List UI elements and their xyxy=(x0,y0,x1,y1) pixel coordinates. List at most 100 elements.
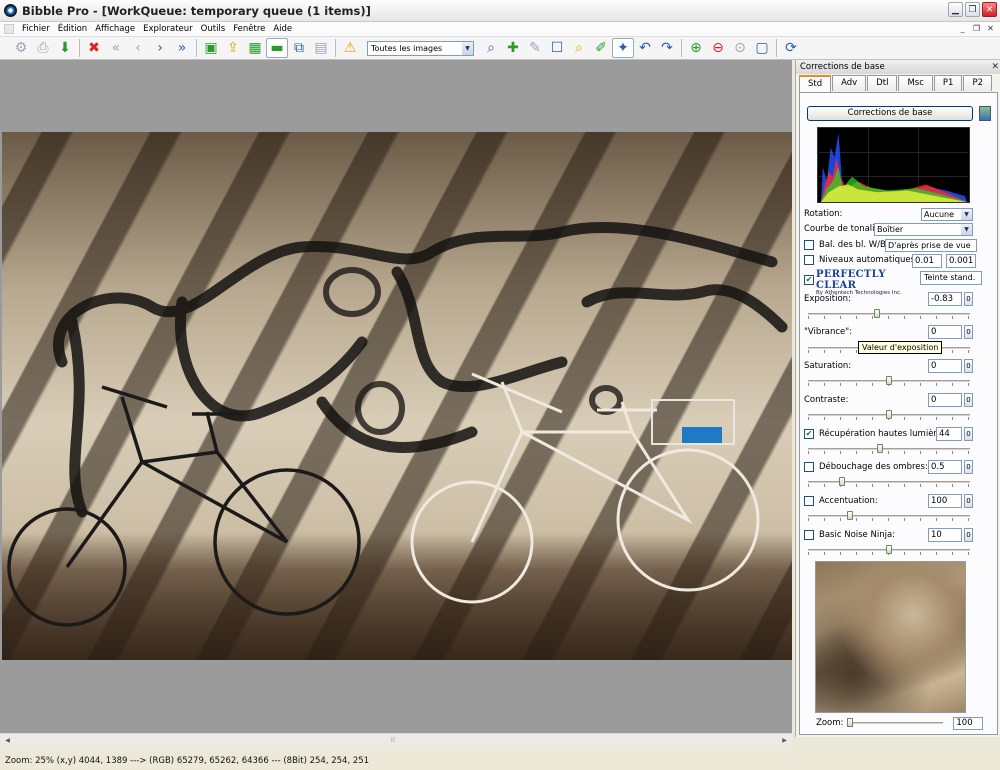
panel-close-icon[interactable]: ✕ xyxy=(991,60,999,74)
scroll-right-icon[interactable]: ▶ xyxy=(779,735,790,745)
presets-icon[interactable] xyxy=(979,106,991,121)
previous-image-icon[interactable]: ‹ xyxy=(127,38,149,58)
highlight-recovery-slider-knob[interactable] xyxy=(877,444,883,453)
tab-dtl[interactable]: Dtl xyxy=(867,75,898,91)
next-image-icon[interactable]: › xyxy=(149,38,171,58)
tab-p2[interactable]: P2 xyxy=(963,75,992,91)
tab-msc[interactable]: Msc xyxy=(898,75,933,91)
sharpen-slider[interactable] xyxy=(808,511,970,521)
magic-wand-icon[interactable]: ✦ xyxy=(612,38,634,58)
chevron-down-icon[interactable]: ▼ xyxy=(961,209,972,220)
menu-fichier[interactable]: Fichier xyxy=(18,24,54,34)
highlight-recovery-slider[interactable] xyxy=(808,444,970,454)
perfectly-clear-checkbox[interactable]: ✔ xyxy=(804,275,814,285)
zoom-preview[interactable] xyxy=(815,561,966,713)
close-button[interactable]: ✕ xyxy=(982,2,997,17)
minimize-button[interactable]: ▁ xyxy=(948,2,963,17)
photo[interactable] xyxy=(2,132,792,660)
sharpen-input[interactable]: 100 xyxy=(928,494,962,508)
highlight-recovery-checkbox[interactable]: ✔ xyxy=(804,429,814,439)
zoom-slider-knob[interactable] xyxy=(847,718,854,727)
zoom-fit-icon[interactable]: ⊙ xyxy=(729,38,751,58)
fill-shadows-slider[interactable] xyxy=(808,477,970,487)
sharpen-checkbox[interactable] xyxy=(804,496,814,506)
noise-ninja-reset[interactable]: 0 xyxy=(964,528,973,542)
add-icon[interactable]: ✚ xyxy=(502,38,524,58)
menu-affichage[interactable]: Affichage xyxy=(91,24,139,34)
last-image-icon[interactable]: » xyxy=(171,38,193,58)
fill-shadows-reset[interactable]: 0 xyxy=(964,460,973,474)
highlight-recovery-input[interactable]: 44 xyxy=(936,427,962,441)
tab-adv[interactable]: Adv xyxy=(832,75,867,91)
rotation-select[interactable]: Aucune ▼ xyxy=(921,208,973,221)
auto-levels-checkbox[interactable] xyxy=(804,255,814,265)
maximize-button[interactable]: ❐ xyxy=(965,2,980,17)
single-view-icon[interactable]: ▬ xyxy=(266,38,288,58)
menu-edition[interactable]: Édition xyxy=(54,24,91,34)
noise-ninja-input[interactable]: 10 xyxy=(928,528,962,542)
mdi-minimize-button[interactable]: _ xyxy=(957,23,968,34)
zoom-slider[interactable] xyxy=(847,718,944,728)
saturation-input[interactable]: 0 xyxy=(928,359,962,373)
brush-icon[interactable]: ✐ xyxy=(590,38,612,58)
image-view-icon[interactable]: ▣ xyxy=(200,38,222,58)
crop-icon[interactable]: ☐ xyxy=(546,38,568,58)
menu-aide[interactable]: Aide xyxy=(269,24,296,34)
saturation-reset[interactable]: 0 xyxy=(964,359,973,373)
contrast-reset[interactable]: 0 xyxy=(964,393,973,407)
menu-fenetre[interactable]: Fenêtre xyxy=(229,24,269,34)
image-filter-select[interactable]: Toutes les images ▼ xyxy=(367,40,474,56)
saturation-slider[interactable] xyxy=(808,376,970,386)
menu-explorateur[interactable]: Explorateur xyxy=(139,24,197,34)
scroll-left-icon[interactable]: ◀ xyxy=(2,735,13,745)
contrast-slider-knob[interactable] xyxy=(886,410,892,419)
zoom-tool-icon[interactable]: ⌕ xyxy=(568,38,590,58)
export-icon[interactable]: ⬇ xyxy=(54,38,76,58)
exposure-slider[interactable] xyxy=(808,309,970,319)
magnifier-icon[interactable]: ⌕ xyxy=(480,38,502,58)
exposure-input[interactable]: -0.83 xyxy=(928,292,962,306)
mdi-restore-button[interactable]: ❐ xyxy=(971,23,982,34)
settings-gear-icon[interactable]: ⚙ xyxy=(10,38,32,58)
noise-ninja-checkbox[interactable] xyxy=(804,530,814,540)
fill-shadows-slider-knob[interactable] xyxy=(839,477,845,486)
fill-shadows-checkbox[interactable] xyxy=(804,462,814,472)
exposure-slider-knob[interactable] xyxy=(874,309,880,318)
tone-curve-select[interactable]: Boîtier ▼ xyxy=(874,223,973,236)
fullscreen-icon[interactable]: ▢ xyxy=(751,38,773,58)
highlight-recovery-reset[interactable]: 0 xyxy=(964,427,973,441)
tab-p1[interactable]: P1 xyxy=(933,75,963,91)
contrast-slider[interactable] xyxy=(808,410,970,420)
info-icon[interactable]: ▤ xyxy=(310,38,332,58)
menu-outils[interactable]: Outils xyxy=(197,24,230,34)
first-image-icon[interactable]: « xyxy=(105,38,127,58)
folder-icon[interactable]: ⇪ xyxy=(222,38,244,58)
chevron-down-icon[interactable]: ▼ xyxy=(462,41,473,55)
auto-levels-high-input[interactable]: 0.001 xyxy=(946,254,976,268)
white-balance-select[interactable]: D'après prise de vue xyxy=(885,239,977,252)
vibrance-reset[interactable]: 0 xyxy=(964,325,973,339)
zoom-in-icon[interactable]: ⊕ xyxy=(685,38,707,58)
rotate-right-icon[interactable]: ↷ xyxy=(656,38,678,58)
sharpen-reset[interactable]: 0 xyxy=(964,494,973,508)
horizontal-scrollbar[interactable]: ◀ ||| ▶ xyxy=(0,733,792,745)
document-icon[interactable] xyxy=(4,24,14,34)
image-viewer[interactable] xyxy=(0,60,792,737)
warning-icon[interactable]: ⚠ xyxy=(339,38,361,58)
zoom-out-icon[interactable]: ⊖ xyxy=(707,38,729,58)
contrast-input[interactable]: 0 xyxy=(928,393,962,407)
exposure-reset[interactable]: 0 xyxy=(964,292,973,306)
auto-levels-low-input[interactable]: 0.01 xyxy=(912,254,942,268)
chevron-down-icon[interactable]: ▼ xyxy=(961,224,972,235)
sharpen-slider-knob[interactable] xyxy=(847,511,853,520)
refresh-icon[interactable]: ⟳ xyxy=(780,38,802,58)
fill-shadows-input[interactable]: 0.5 xyxy=(928,460,962,474)
tint-button[interactable]: Teinte stand. xyxy=(920,271,982,285)
print-icon[interactable]: ⎙ xyxy=(32,38,54,58)
scroll-thumb[interactable]: ||| xyxy=(388,737,398,743)
noise-ninja-slider-knob[interactable] xyxy=(886,545,892,554)
white-balance-checkbox[interactable] xyxy=(804,240,814,250)
vibrance-input[interactable]: 0 xyxy=(928,325,962,339)
compare-icon[interactable]: ⧉ xyxy=(288,38,310,58)
basic-corrections-button[interactable]: Corrections de base xyxy=(807,106,973,121)
